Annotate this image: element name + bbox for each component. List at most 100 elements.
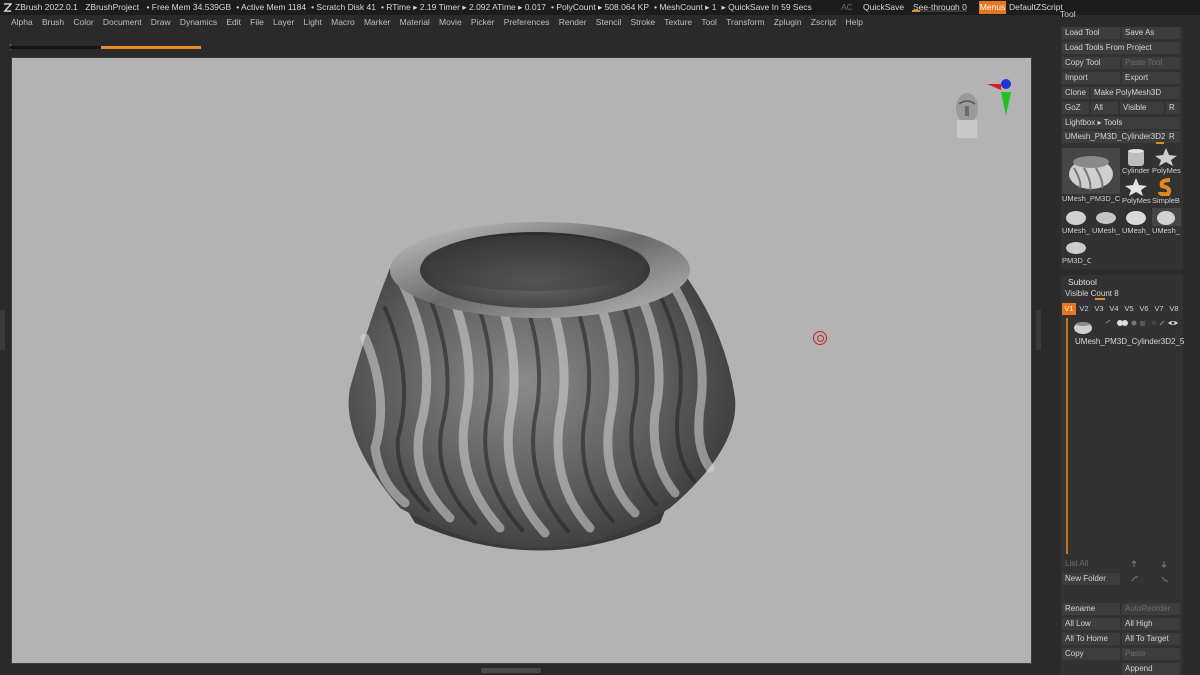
tool-thumb-umesh-2[interactable]: UMesh_ <box>1092 208 1121 236</box>
tool-thumb-u1-label: UMesh_ <box>1062 226 1090 235</box>
left-tray-handle[interactable] <box>0 310 5 350</box>
right-tray-handle[interactable] <box>1036 310 1041 350</box>
free-mem: • Free Mem 34.539GB <box>146 2 232 12</box>
tool-thumb-umesh-3[interactable]: UMesh_ <box>1122 208 1151 236</box>
save-as-button[interactable]: Save As <box>1122 27 1180 39</box>
tool-thumb-umesh-4[interactable]: UMesh_ <box>1152 208 1181 236</box>
tool-thumb-polymesh-star-2[interactable]: PolyMes <box>1122 178 1151 206</box>
all-to-home-button[interactable]: All To Home <box>1062 633 1120 645</box>
tool-thumb-simple-label: SimpleB <box>1152 196 1180 205</box>
menu-movie[interactable]: Movie <box>439 15 462 30</box>
visible-count-slider[interactable]: Visible Count 8 <box>1062 288 1180 300</box>
menu-color[interactable]: Color <box>73 15 93 30</box>
subtool-item-name[interactable]: UMesh_PM3D_Cylinder3D2_5 <box>1075 337 1184 346</box>
subtool-row-toggles[interactable] <box>1102 318 1182 328</box>
menu-stroke[interactable]: Stroke <box>631 15 656 30</box>
folder-arrows-icon[interactable] <box>1130 575 1170 583</box>
tool-thumb-umesh-1[interactable]: UMesh_ <box>1062 208 1091 236</box>
clone-button[interactable]: Clone <box>1062 87 1089 99</box>
tab-v8[interactable]: V8 <box>1167 303 1181 315</box>
menu-transform[interactable]: Transform <box>726 15 764 30</box>
copy-tool-button[interactable]: Copy Tool <box>1062 57 1120 69</box>
tool-thumb-polymesh2-label: PolyMes <box>1122 196 1151 205</box>
menu-marker[interactable]: Marker <box>364 15 390 30</box>
menu-layer[interactable]: Layer <box>273 15 294 30</box>
tab-v2[interactable]: V2 <box>1077 303 1091 315</box>
menu-material[interactable]: Material <box>400 15 430 30</box>
polycount-readout: • PolyCount ▸ 508.064 KP <box>551 2 650 12</box>
menu-help[interactable]: Help <box>845 15 862 30</box>
menu-file[interactable]: File <box>250 15 264 30</box>
timing-readout: • RTime ▸ 2.19 Timer ▸ 2.092 ATime ▸ 0.0… <box>380 2 547 12</box>
append-button[interactable]: Append <box>1122 663 1180 675</box>
all-low-button[interactable]: All Low <box>1062 618 1120 630</box>
see-through-slider[interactable]: See-through 0 <box>913 0 981 15</box>
list-all-button[interactable]: List All <box>1062 558 1120 570</box>
menu-stencil[interactable]: Stencil <box>596 15 622 30</box>
load-tools-from-project-button[interactable]: Load Tools From Project <box>1062 42 1180 54</box>
export-button[interactable]: Export <box>1122 72 1180 84</box>
visible-count-fill <box>1095 298 1105 300</box>
tab-v4[interactable]: V4 <box>1107 303 1121 315</box>
tool-thumb-cylinder[interactable]: Cylinder <box>1122 148 1151 176</box>
all-high-button[interactable]: All High <box>1122 618 1180 630</box>
goz-all-button[interactable]: All <box>1091 102 1118 114</box>
menu-dynamics[interactable]: Dynamics <box>180 15 217 30</box>
tool-thumb-pm3d[interactable]: PM3D_C <box>1062 238 1091 266</box>
lightbox-tools-button[interactable]: Lightbox ▸ Tools <box>1062 117 1180 129</box>
current-tool-r-button[interactable]: R <box>1166 131 1180 143</box>
progress-strip <box>10 44 201 50</box>
x-axis-icon <box>987 84 1001 90</box>
menu-edit[interactable]: Edit <box>226 15 241 30</box>
make-polymesh3d-button[interactable]: Make PolyMesh3D <box>1091 87 1180 99</box>
menu-picker[interactable]: Picker <box>471 15 495 30</box>
subtool-thumbnail-icon[interactable] <box>1073 319 1093 335</box>
menu-zscript[interactable]: Zscript <box>811 15 837 30</box>
goz-button[interactable]: GoZ <box>1062 102 1089 114</box>
menu-brush[interactable]: Brush <box>42 15 64 30</box>
tool-thumb-simplebrush[interactable]: SimpleB <box>1152 178 1181 206</box>
document-canvas[interactable] <box>11 57 1032 664</box>
autoreorder-button[interactable]: AutoReorder <box>1122 603 1180 615</box>
goz-r-button[interactable]: R <box>1166 102 1180 114</box>
copy-subtool-button[interactable]: Copy <box>1062 648 1120 660</box>
goz-visible-button[interactable]: Visible <box>1120 102 1164 114</box>
menu-zplugin[interactable]: Zplugin <box>774 15 802 30</box>
menu-render[interactable]: Render <box>559 15 587 30</box>
zbrush-logo-icon <box>3 3 12 12</box>
tab-v6[interactable]: V6 <box>1137 303 1151 315</box>
menu-document[interactable]: Document <box>103 15 142 30</box>
bottom-tray-handle[interactable] <box>481 668 541 673</box>
menu-macro[interactable]: Macro <box>331 15 355 30</box>
paste-subtool-button[interactable]: Paste <box>1122 648 1180 660</box>
menu-alpha[interactable]: Alpha <box>11 15 33 30</box>
tab-v7[interactable]: V7 <box>1152 303 1166 315</box>
tool-thumb-u3-label: UMesh_ <box>1122 226 1150 235</box>
current-tool-slider[interactable]: UMesh_PM3D_Cylinder3D2_5 <box>1062 131 1165 143</box>
all-to-target-button[interactable]: All To Target <box>1122 633 1180 645</box>
import-button[interactable]: Import <box>1062 72 1120 84</box>
tool-thumb-polymesh-star[interactable]: PolyMes <box>1152 148 1181 176</box>
new-folder-button[interactable]: New Folder <box>1062 573 1120 585</box>
tab-v1[interactable]: V1 <box>1062 303 1076 315</box>
rename-button[interactable]: Rename <box>1062 603 1120 615</box>
menu-tool[interactable]: Tool <box>701 15 717 30</box>
menu-texture[interactable]: Texture <box>664 15 692 30</box>
quicksave-button[interactable]: QuickSave <box>863 0 913 15</box>
menu-light[interactable]: Light <box>304 15 322 30</box>
default-zscript-button[interactable]: DefaultZScript <box>1009 0 1063 15</box>
menu-preferences[interactable]: Preferences <box>504 15 550 30</box>
subtool-scrollbar[interactable] <box>1066 318 1068 554</box>
tab-v5[interactable]: V5 <box>1122 303 1136 315</box>
menus-toggle[interactable]: Menus <box>979 1 1006 14</box>
move-up-down-icons[interactable] <box>1130 560 1170 568</box>
subtool-title[interactable]: Subtool <box>1068 277 1097 287</box>
ac-button[interactable]: AC <box>841 0 863 15</box>
tool-thumb-main[interactable]: UMesh_PM3D_C <box>1062 148 1120 206</box>
see-through-track[interactable] <box>912 10 967 12</box>
orientation-gizmo[interactable] <box>949 76 1019 156</box>
paste-tool-button[interactable]: Paste Tool <box>1122 57 1180 69</box>
load-tool-button[interactable]: Load Tool <box>1062 27 1120 39</box>
menu-draw[interactable]: Draw <box>151 15 171 30</box>
tab-v3[interactable]: V3 <box>1092 303 1106 315</box>
